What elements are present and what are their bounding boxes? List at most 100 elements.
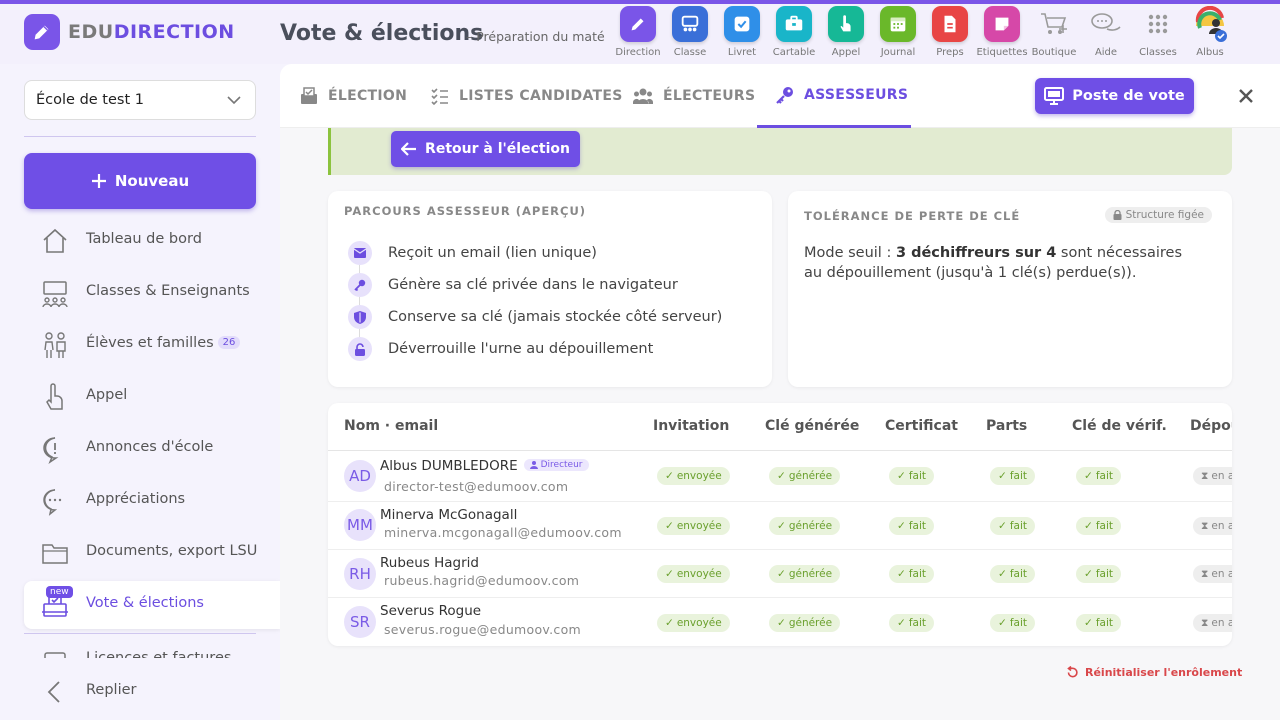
- status-badge: ✓ générée: [769, 467, 841, 485]
- back-to-election-button[interactable]: Retour à l'élection: [391, 131, 580, 167]
- document-icon: [932, 6, 968, 42]
- tab-assessors[interactable]: ASSESSEURS: [757, 64, 911, 128]
- column-header[interactable]: Clé de vérif.: [1072, 418, 1167, 434]
- tab-election[interactable]: ÉLECTION: [300, 64, 407, 128]
- app-user-profile[interactable]: Albus: [1184, 6, 1236, 58]
- list-check-icon: [431, 88, 448, 105]
- check-icon: ✓: [665, 568, 674, 580]
- app-journal[interactable]: Journal: [872, 6, 924, 58]
- key-icon: [348, 273, 372, 297]
- journey-step: Conserve sa clé (jamais stockée côté ser…: [348, 305, 722, 329]
- assessor-email: severus.rogue@edumoov.com: [384, 622, 582, 637]
- table-row[interactable]: RH Rubeus Hagrid rubeus.hagrid@edumoov.c…: [328, 550, 1232, 598]
- app-etiquettes[interactable]: Etiquettes: [976, 6, 1028, 58]
- check-icon: ✓: [665, 470, 674, 482]
- family-icon: [44, 332, 66, 358]
- assessor-name: Minerva McGonagall: [380, 507, 518, 523]
- table-row[interactable]: AD Albus DUMBLEDORE Directeur director-te…: [328, 451, 1232, 502]
- status-badge: ✓ fait: [889, 614, 934, 632]
- app-livret[interactable]: Livret: [716, 6, 768, 58]
- status-badge: ✓ fait: [889, 565, 934, 583]
- sidebar-item-vote-elections[interactable]: new Vote & élections: [24, 581, 280, 629]
- status-badge: ✓ fait: [990, 565, 1035, 583]
- app-aide[interactable]: Aide: [1080, 6, 1132, 58]
- tab-candidate-lists[interactable]: LISTES CANDIDATES: [431, 64, 623, 128]
- vote-station-button[interactable]: Poste de vote: [1035, 78, 1194, 114]
- table-row[interactable]: SR Severus Rogue severus.rogue@edumoov.c…: [328, 598, 1232, 646]
- check-icon: ✓: [1084, 617, 1093, 629]
- main-panel: ÉLECTION LISTES CANDIDATES ÉLECTEURS ASS…: [280, 64, 1280, 720]
- sidebar-item-classes-teachers[interactable]: Classes & Enseignants: [24, 269, 280, 317]
- check-icon: ✓: [777, 470, 786, 482]
- key-icon: [776, 86, 793, 104]
- sidebar-item-appreciations[interactable]: Appréciations: [24, 477, 280, 525]
- school-selector[interactable]: École de test 1: [24, 80, 256, 120]
- app-launcher: Direction Classe Livret Cartable Appel J…: [612, 6, 1236, 58]
- user-icon: [529, 461, 538, 469]
- app-boutique[interactable]: Boutique: [1028, 6, 1080, 58]
- column-header[interactable]: Clé générée: [765, 418, 859, 434]
- user-avatar-icon: [1192, 6, 1228, 42]
- avatar: SR: [344, 606, 376, 638]
- column-header[interactable]: Nom · email: [344, 418, 438, 434]
- new-button[interactable]: Nouveau: [24, 153, 256, 209]
- status-badge: ✓ fait: [1076, 467, 1121, 485]
- invoice-icon: [44, 652, 66, 658]
- checkbox-icon: [724, 6, 760, 42]
- column-header[interactable]: Parts: [986, 418, 1027, 434]
- app-logo[interactable]: EDUDIRECTION: [24, 14, 235, 50]
- status-badge: ⧗en attente: [1193, 517, 1232, 535]
- column-header[interactable]: Certificat: [885, 418, 958, 434]
- role-badge: Directeur: [523, 459, 589, 471]
- sidebar-collapse[interactable]: Replier: [24, 668, 280, 716]
- chat-icon: [1088, 6, 1124, 42]
- sidebar-item-students-families[interactable]: Élèves et familles 26: [24, 321, 280, 369]
- teachers-icon: [42, 281, 68, 308]
- close-icon[interactable]: [1236, 86, 1256, 106]
- app-preps[interactable]: Preps: [924, 6, 976, 58]
- column-header[interactable]: Invitation: [653, 418, 729, 434]
- check-icon: ✓: [897, 617, 906, 629]
- column-header[interactable]: Dépouillement: [1190, 418, 1232, 434]
- hourglass-icon: ⧗: [1201, 616, 1209, 629]
- tab-voters[interactable]: ÉLECTEURS: [633, 64, 755, 128]
- hourglass-icon: ⧗: [1201, 567, 1209, 580]
- sidebar-divider: [24, 633, 256, 634]
- comment-icon: [43, 489, 62, 516]
- status-badge: ✓ fait: [1076, 614, 1121, 632]
- table-row[interactable]: MM Minerva McGonagall minerva.mcgonagall…: [328, 502, 1232, 550]
- assessor-name: Albus DUMBLEDORE: [380, 458, 518, 474]
- app-classes[interactable]: Classes: [1132, 6, 1184, 58]
- check-icon: ✓: [777, 520, 786, 532]
- hourglass-icon: ⧗: [1201, 519, 1209, 532]
- status-badge: ⧗en attente: [1193, 565, 1232, 583]
- key-loss-tolerance-card: TOLÉRANCE DE PERTE DE CLÉ Structure figé…: [788, 191, 1232, 387]
- assessor-name: Rubeus Hagrid: [380, 555, 479, 571]
- status-badge: ✓ fait: [990, 614, 1035, 632]
- status-badge: ✓ fait: [889, 467, 934, 485]
- sidebar-item-licenses[interactable]: Licences et factures: [24, 636, 280, 658]
- undo-icon: [1067, 666, 1078, 678]
- reset-enrollment-link[interactable]: Réinitialiser l'enrôlement: [1066, 666, 1242, 679]
- sidebar-item-documents[interactable]: Documents, export LSU: [24, 529, 280, 577]
- logo-text: EDUDIRECTION: [68, 21, 235, 43]
- status-badge: ✓ fait: [990, 467, 1035, 485]
- app-cartable[interactable]: Cartable: [768, 6, 820, 58]
- check-icon: ✓: [777, 617, 786, 629]
- app-direction[interactable]: Direction: [612, 6, 664, 58]
- status-badge: ✓ envoyée: [657, 517, 730, 535]
- plus-icon: [91, 174, 106, 188]
- sidebar-item-appel[interactable]: Appel: [24, 373, 280, 421]
- journey-step: Reçoit un email (lien unique): [348, 241, 597, 265]
- monitor-icon: [1044, 87, 1065, 105]
- classroom-icon: [672, 6, 708, 42]
- app-appel[interactable]: Appel: [820, 6, 872, 58]
- sidebar-item-dashboard[interactable]: Tableau de bord: [24, 217, 280, 265]
- grid-icon: [1140, 6, 1176, 42]
- status-badge: ⧗en attente: [1193, 467, 1232, 485]
- journey-step: Génère sa clé privée dans le navigateur: [348, 273, 678, 297]
- pencil-icon: [620, 6, 656, 42]
- sidebar-item-announcements[interactable]: Annonces d'école: [24, 425, 280, 473]
- chevron-down-icon: [227, 96, 241, 105]
- app-classe[interactable]: Classe: [664, 6, 716, 58]
